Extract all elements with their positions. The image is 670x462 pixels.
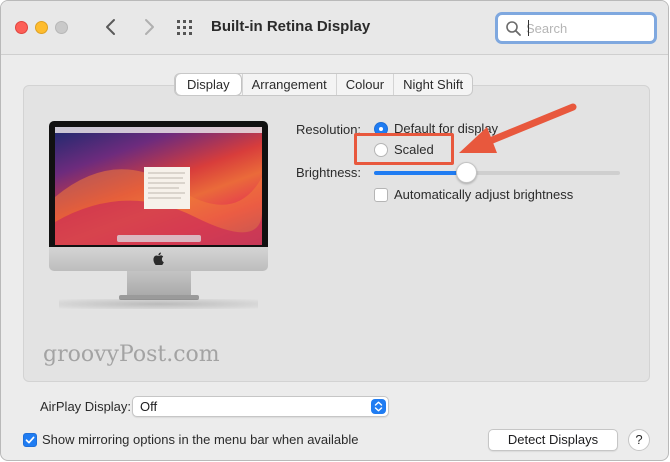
- watermark: groovyPost.com: [43, 342, 220, 367]
- imac-shadow: [59, 299, 258, 309]
- airplay-display-value: Off: [140, 399, 158, 414]
- minimize-window-button[interactable]: [35, 21, 48, 34]
- imac-stand: [127, 271, 191, 297]
- brightness-slider-knob[interactable]: [456, 162, 477, 183]
- brightness-slider-fill: [374, 171, 467, 175]
- tab-display[interactable]: Display: [176, 74, 241, 95]
- brightness-slider[interactable]: [374, 171, 620, 175]
- tab-arrangement[interactable]: Arrangement: [241, 74, 336, 95]
- search-icon: [506, 21, 521, 36]
- annotation-highlight-box: [354, 133, 454, 165]
- chevron-left-icon[interactable]: [101, 15, 121, 39]
- display-preview-image: [49, 121, 268, 311]
- tab-bar: Display Arrangement Colour Night Shift: [174, 73, 474, 96]
- checkmark-icon: [25, 436, 35, 444]
- tab-night-shift[interactable]: Night Shift: [393, 74, 472, 95]
- system-preferences-window: Built-in Retina Display Display Arrangem…: [0, 0, 669, 461]
- close-window-button[interactable]: [15, 21, 28, 34]
- grid-icon[interactable]: [177, 20, 193, 36]
- show-mirroring-checkbox[interactable]: [23, 433, 37, 447]
- detect-displays-button[interactable]: Detect Displays: [488, 429, 618, 451]
- show-mirroring-label[interactable]: Show mirroring options in the menu bar w…: [42, 432, 359, 447]
- search-input[interactable]: [526, 18, 652, 38]
- annotation-arrow-icon: [441, 99, 581, 163]
- resolution-label: Resolution:: [296, 122, 362, 137]
- help-button[interactable]: ?: [628, 429, 650, 451]
- chevron-right-icon[interactable]: [139, 15, 159, 39]
- desktop-wallpaper: [55, 127, 262, 245]
- zoom-window-button[interactable]: [55, 21, 68, 34]
- auto-brightness-label[interactable]: Automatically adjust brightness: [394, 187, 573, 202]
- tab-colour[interactable]: Colour: [335, 74, 393, 95]
- window-title: Built-in Retina Display: [211, 18, 371, 35]
- title-bar: Built-in Retina Display: [1, 1, 668, 55]
- imac-bezel: [49, 121, 268, 247]
- airplay-display-label: AirPlay Display:: [40, 399, 132, 414]
- apple-logo-icon: [153, 252, 164, 266]
- auto-brightness-checkbox[interactable]: [374, 188, 388, 202]
- airplay-display-select[interactable]: Off: [132, 396, 389, 417]
- select-stepper-icon: [371, 399, 386, 414]
- text-caret: [528, 20, 529, 36]
- brightness-label: Brightness:: [296, 165, 362, 180]
- search-field[interactable]: [495, 12, 657, 44]
